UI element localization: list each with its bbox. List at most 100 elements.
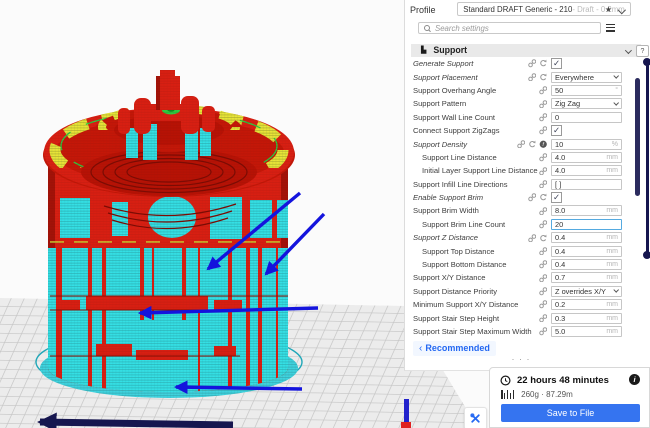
link-icon[interactable] xyxy=(539,167,548,176)
input-value: 0.4 xyxy=(555,233,606,242)
dropdown-value: Zig Zag xyxy=(555,99,614,108)
link-icon[interactable] xyxy=(539,207,548,216)
link-icon[interactable] xyxy=(528,73,537,82)
annotation-dot-top xyxy=(643,58,650,66)
setting-control: 4.0mm xyxy=(551,152,622,163)
settings-scrollbar[interactable] xyxy=(635,78,640,196)
setting-label: Enable Support Brim xyxy=(413,193,528,202)
input-value: 0.4 xyxy=(555,247,606,256)
setting-label: Support Bottom Distance xyxy=(413,260,539,269)
setting-row: Support Line Distance4.0mm xyxy=(405,151,650,164)
link-icon[interactable] xyxy=(539,260,548,269)
input-value: 8.0 xyxy=(555,206,606,215)
save-to-file-button[interactable]: Save to File xyxy=(501,404,640,422)
setting-icons xyxy=(539,247,548,256)
chevron-down-icon xyxy=(613,287,619,293)
input-value: [ ] xyxy=(555,180,618,189)
input-value: 4.0 xyxy=(555,166,606,175)
setting-label: Generate Support xyxy=(413,59,528,68)
revert-icon[interactable] xyxy=(528,140,537,149)
check-icon: ✓ xyxy=(553,59,560,68)
setting-input[interactable]: 0.4mm xyxy=(551,232,622,243)
setting-label: Support Infill Line Directions xyxy=(413,180,539,189)
setting-label: Support Placement xyxy=(413,73,528,82)
setting-label: Support Z Distance xyxy=(413,233,528,242)
link-icon[interactable] xyxy=(539,126,548,135)
setting-icons xyxy=(539,100,548,109)
setting-input[interactable]: 50° xyxy=(551,85,622,96)
link-icon[interactable] xyxy=(539,247,548,256)
setting-input[interactable]: 4.0mm xyxy=(551,152,622,163)
link-icon[interactable] xyxy=(517,140,526,149)
setting-control: ✓ xyxy=(551,58,622,69)
link-icon[interactable] xyxy=(528,193,537,202)
input-unit: % xyxy=(612,141,618,148)
setting-control: 0 xyxy=(551,112,622,123)
fx-icon[interactable]: f xyxy=(539,140,548,149)
info-icon[interactable]: i xyxy=(629,374,640,385)
setting-control: 0.2mm xyxy=(551,299,622,310)
setting-control: 5.0mm xyxy=(551,326,622,337)
setting-row: Support Bottom Distance 0.4mm xyxy=(405,258,650,271)
setting-row: Support Brim Line Count20 xyxy=(405,218,650,231)
link-icon[interactable] xyxy=(528,234,537,243)
setting-input[interactable]: 0.2mm xyxy=(551,299,622,310)
star-icon[interactable]: ★ xyxy=(605,4,612,15)
setting-input[interactable]: 0.4mm xyxy=(551,259,622,270)
link-icon[interactable] xyxy=(539,100,548,109)
link-icon[interactable] xyxy=(539,300,548,309)
setting-label: Support Pattern xyxy=(413,99,539,108)
setting-checkbox[interactable]: ✓ xyxy=(551,192,562,203)
link-icon[interactable] xyxy=(539,327,548,336)
link-icon[interactable] xyxy=(539,180,548,189)
setting-input[interactable]: 10% xyxy=(551,139,622,150)
hamburger-menu-icon[interactable] xyxy=(606,24,615,33)
setting-icons: f xyxy=(517,140,548,149)
setting-row: Support X/Y Distance0.7mm xyxy=(405,271,650,284)
link-icon[interactable] xyxy=(528,59,537,68)
revert-icon[interactable] xyxy=(539,234,548,243)
setting-input[interactable]: 0 xyxy=(551,112,622,123)
support-section-header[interactable]: ▙ Support xyxy=(411,44,641,57)
input-value: 5.0 xyxy=(555,327,606,336)
link-icon[interactable] xyxy=(539,314,548,323)
setting-input[interactable]: 0.3mm xyxy=(551,313,622,324)
link-icon[interactable] xyxy=(539,153,548,162)
cura-window: Profile Standard DRAFT Generic - 210 - D… xyxy=(0,0,650,428)
setting-control: ✓ xyxy=(551,192,622,203)
setting-input[interactable]: 4.0mm xyxy=(551,165,622,176)
setting-dropdown[interactable]: Zig Zag xyxy=(551,98,622,109)
profile-dropdown[interactable]: Standard DRAFT Generic - 210 - Draft - 0… xyxy=(457,2,631,16)
setting-input[interactable]: 0.4mm xyxy=(551,246,622,257)
setting-input[interactable]: [ ] xyxy=(551,179,622,190)
input-unit: mm xyxy=(606,234,618,241)
help-badge: ? xyxy=(636,45,649,57)
setting-row: Support Placement Everywhere xyxy=(405,70,650,83)
search-input[interactable]: Search settings xyxy=(418,22,601,34)
link-icon[interactable] xyxy=(539,287,548,296)
link-icon[interactable] xyxy=(539,86,548,95)
setting-icons xyxy=(539,274,548,283)
setting-label: Support Top Distance xyxy=(413,247,539,256)
dropdown-value: Everywhere xyxy=(555,73,614,82)
setting-checkbox[interactable]: ✓ xyxy=(551,58,562,69)
setting-input[interactable]: 8.0mm xyxy=(551,205,622,216)
setting-label: Support Stair Step Maximum Width xyxy=(413,327,539,336)
link-icon[interactable] xyxy=(539,220,548,229)
setting-icons xyxy=(539,86,548,95)
link-icon[interactable] xyxy=(539,113,548,122)
revert-icon[interactable] xyxy=(539,193,548,202)
setting-input[interactable]: 0.7mm xyxy=(551,272,622,283)
setting-input[interactable]: 20 xyxy=(551,219,622,230)
annotation-line-right xyxy=(646,62,650,255)
setting-input[interactable]: 5.0mm xyxy=(551,326,622,337)
adjust-settings-button[interactable] xyxy=(464,407,487,428)
setting-dropdown[interactable]: Everywhere xyxy=(551,72,622,83)
chevron-left-icon: ‹ xyxy=(419,343,422,354)
panel-resize-handle[interactable]: · · · xyxy=(405,354,637,364)
setting-checkbox[interactable]: ✓ xyxy=(551,125,562,136)
link-icon[interactable] xyxy=(539,274,548,283)
setting-dropdown[interactable]: Z overrides X/Y xyxy=(551,286,622,297)
revert-icon[interactable] xyxy=(539,73,548,82)
revert-icon[interactable] xyxy=(539,59,548,68)
